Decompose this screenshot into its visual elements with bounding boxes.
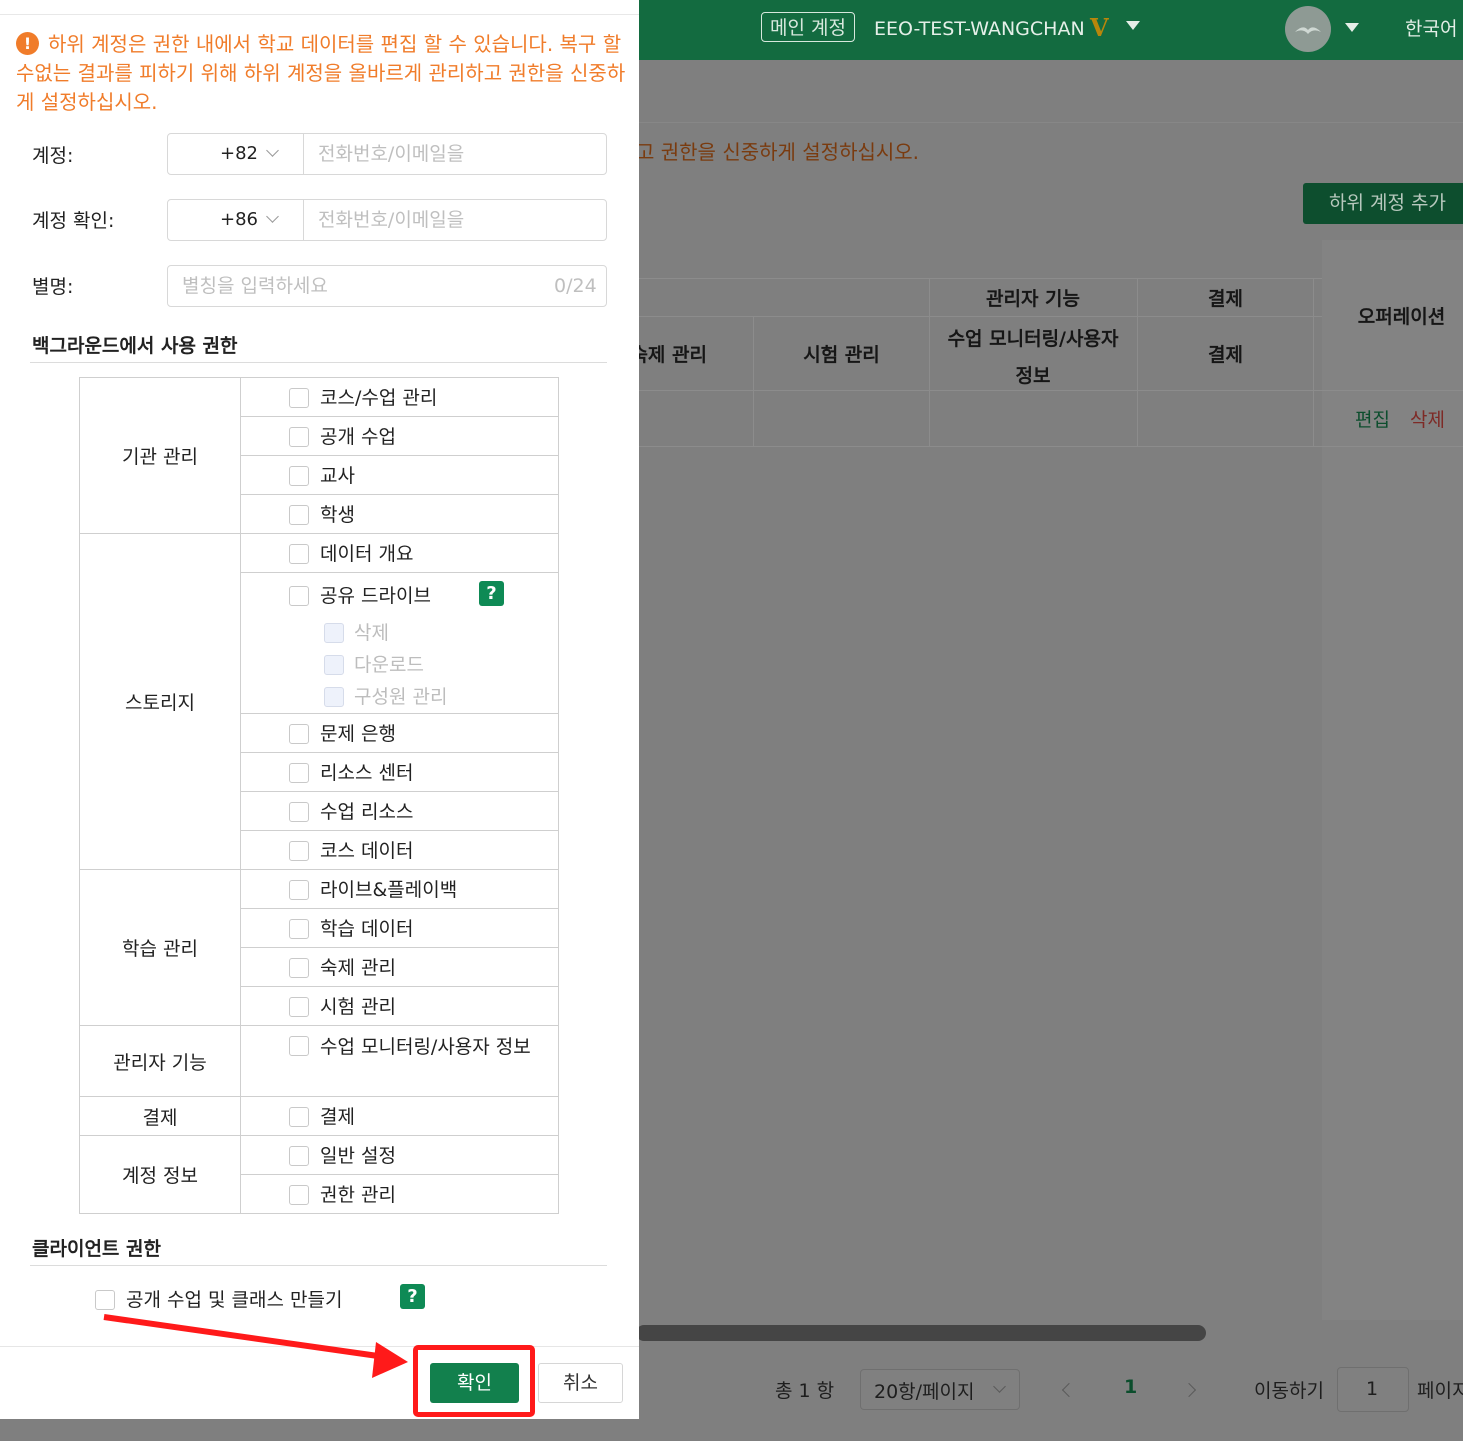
highlight-rectangle — [413, 1345, 535, 1417]
next-page-icon[interactable] — [1181, 1382, 1197, 1398]
delete-link[interactable]: 삭제 — [1410, 405, 1445, 432]
current-page[interactable]: 1 — [1124, 1376, 1137, 1398]
horizontal-scrollbar[interactable] — [636, 1325, 1206, 1341]
org-dropdown-chevron-icon[interactable] — [1126, 21, 1140, 30]
prev-page-icon[interactable] — [1061, 1382, 1077, 1398]
table-header-admin-functions: 관리자 기능 — [985, 288, 1080, 310]
table-header-payment-group: 결제 — [1208, 288, 1243, 310]
page-size-select[interactable]: 20항/페이지 — [860, 1369, 1020, 1410]
organization-name[interactable]: EEO-TEST-WANGCHAN — [874, 15, 1085, 43]
avatar-dropdown-chevron-icon[interactable] — [1345, 23, 1359, 32]
edit-link[interactable]: 편집 — [1355, 405, 1390, 432]
table-header-class-monitoring: 수업 모니터링/사용자 정보 — [947, 328, 1119, 387]
add-sub-account-button[interactable]: 하위 계정 추가 — [1303, 183, 1463, 224]
annotation-arrow-icon — [103, 1314, 408, 1378]
table-header-exam: 시험 관리 — [803, 344, 880, 366]
chevron-down-icon — [993, 1380, 1006, 1393]
avatar-bird-icon — [1295, 27, 1321, 34]
page-suffix: 페이지 — [1417, 1380, 1463, 1402]
divider — [636, 122, 1463, 123]
table-header-homework: 숙제 관리 — [636, 344, 707, 366]
main-account-badge: 메인 계정 — [761, 12, 855, 42]
vip-badge-icon: V — [1090, 13, 1109, 42]
goto-label: 이동하기 — [1254, 1380, 1324, 1402]
background-warning-text: 고 권한을 신중하게 설정하십시오. — [636, 140, 920, 164]
table-header-operations: 오퍼레이션 — [1357, 306, 1446, 328]
goto-page-input[interactable]: 1 — [1337, 1367, 1409, 1412]
total-count: 총 1 항 — [775, 1380, 835, 1402]
user-avatar[interactable] — [1285, 6, 1331, 52]
language-selector[interactable]: 한국어 — [1405, 15, 1457, 43]
operations-column — [1322, 240, 1463, 1320]
table-header-payment: 결제 — [1208, 344, 1243, 366]
